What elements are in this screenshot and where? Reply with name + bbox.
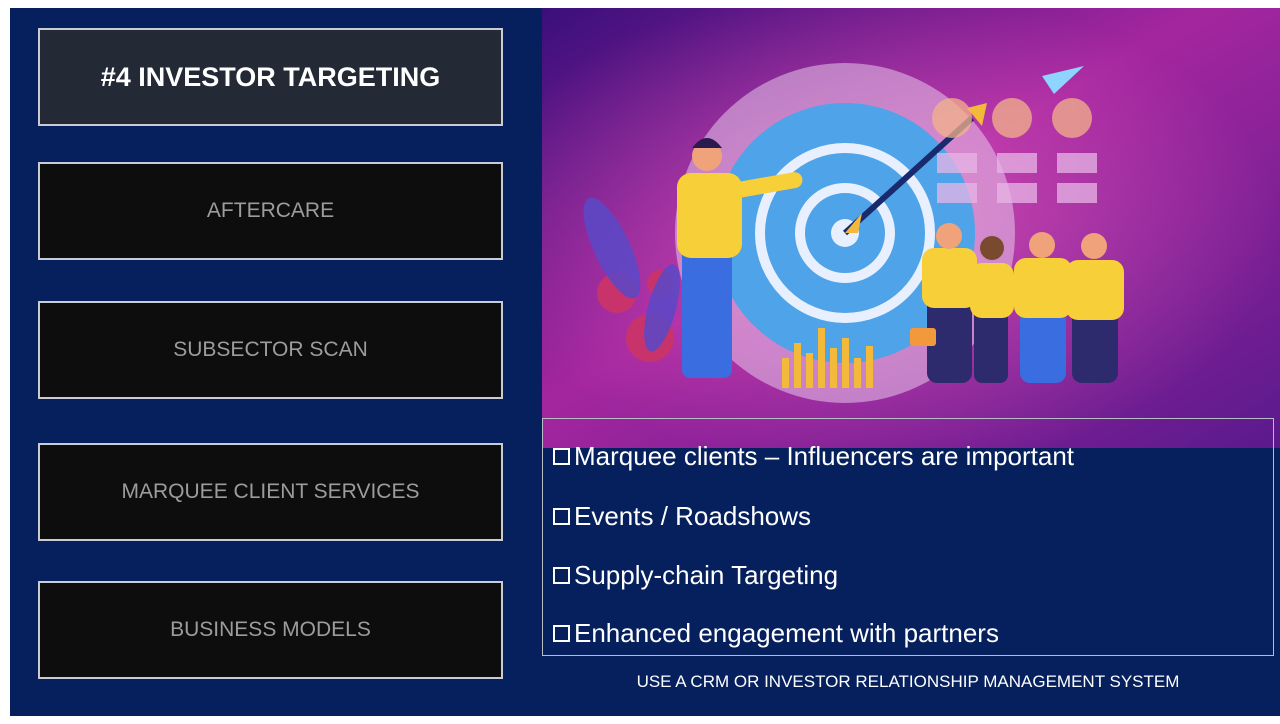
- bullet-text: Supply-chain Targeting: [574, 560, 839, 590]
- nav-label: SUBSECTOR SCAN: [173, 338, 368, 361]
- crm-footer-note: USE A CRM OR INVESTOR RELATIONSHIP MANAG…: [636, 672, 1180, 691]
- nav-button-marquee-client-services[interactable]: MARQUEE CLIENT SERVICES: [38, 443, 503, 541]
- nav-button-business-models[interactable]: BUSINESS MODELS: [38, 581, 503, 679]
- bullet-item: Supply-chain Targeting: [553, 560, 838, 591]
- bullet-text: Marquee clients – Influencers are import…: [574, 441, 1075, 471]
- nav-button-subsector-scan[interactable]: SUBSECTOR SCAN: [38, 301, 503, 399]
- section-title-investor-targeting[interactable]: #4 INVESTOR TARGETING: [38, 28, 503, 126]
- checkbox-icon: [553, 508, 570, 525]
- bullet-item: Marquee clients – Influencers are import…: [553, 441, 1074, 472]
- bullet-item: Enhanced engagement with partners: [553, 618, 999, 649]
- section-title-label: #4 INVESTOR TARGETING: [100, 61, 441, 92]
- checkbox-icon: [553, 567, 570, 584]
- nav-button-aftercare[interactable]: AFTERCARE: [38, 162, 503, 260]
- bullet-text: Events / Roadshows: [574, 501, 812, 531]
- checkbox-icon: [553, 448, 570, 465]
- investor-targeting-illustration: [542, 8, 1280, 448]
- nav-label: AFTERCARE: [206, 199, 335, 222]
- bullet-text: Enhanced engagement with partners: [574, 618, 999, 648]
- nav-label: MARQUEE CLIENT SERVICES: [121, 480, 420, 503]
- bullet-item: Events / Roadshows: [553, 501, 811, 532]
- checkbox-icon: [553, 625, 570, 642]
- bullet-list: Marquee clients – Influencers are import…: [542, 418, 1274, 656]
- slide: #4 INVESTOR TARGETING AFTERCARE SUBSECTO…: [10, 8, 1280, 716]
- nav-label: BUSINESS MODELS: [170, 618, 371, 641]
